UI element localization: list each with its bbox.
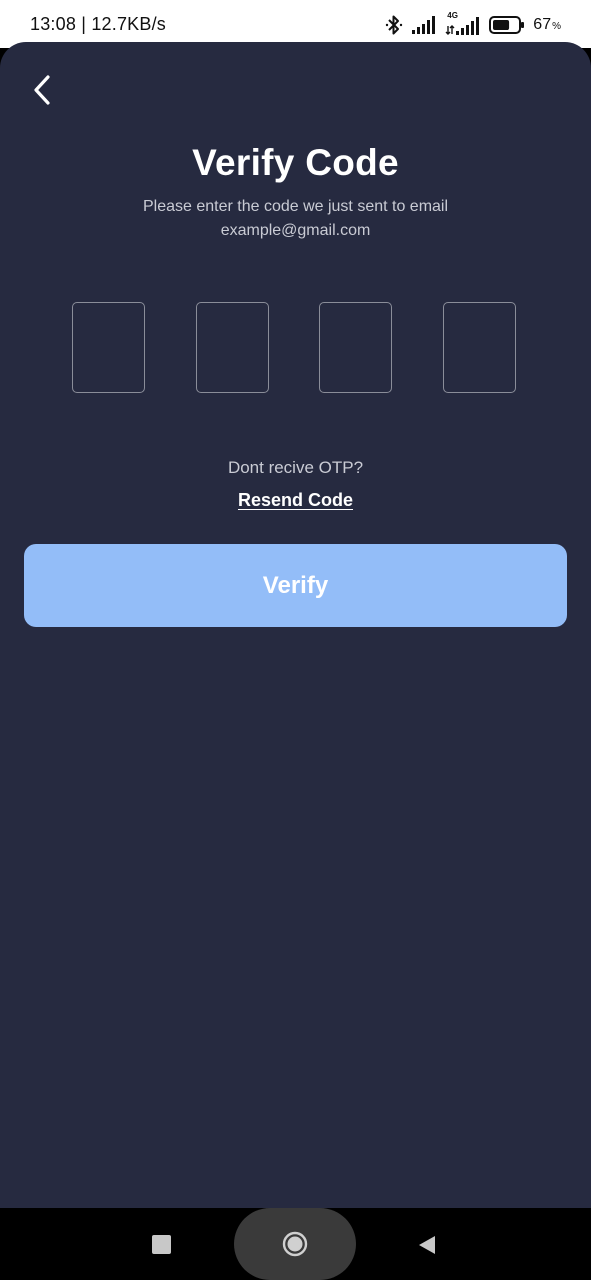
bluetooth-icon bbox=[385, 14, 403, 36]
subtitle-instruction: Please enter the code we just sent to em… bbox=[142, 198, 449, 215]
home-button[interactable] bbox=[234, 1208, 356, 1280]
otp-digit-1[interactable] bbox=[72, 302, 145, 393]
otp-digit-2[interactable] bbox=[196, 302, 269, 393]
status-bar: 13:08 | 12.7KB/s 4G 67 % bbox=[0, 0, 591, 48]
battery-percent: 67% bbox=[533, 16, 561, 34]
phone-frame: 13:08 | 12.7KB/s 4G 67 % Verify Code Ple… bbox=[0, 0, 591, 1280]
battery-percent-sign: % bbox=[552, 21, 561, 32]
resend-link-row: Resend Code bbox=[0, 490, 591, 511]
subtitle-email: example@gmail.com bbox=[220, 222, 371, 239]
verify-screen: Verify Code Please enter the code we jus… bbox=[0, 42, 591, 1208]
verify-button[interactable]: Verify bbox=[24, 544, 567, 627]
page-subtitle: Please enter the code we just sent to em… bbox=[100, 195, 491, 243]
resend-prompt: Dont recive OTP? bbox=[227, 458, 364, 477]
battery-percent-value: 67 bbox=[533, 16, 552, 33]
navigation-bar bbox=[0, 1208, 591, 1280]
status-time: 13:08 | 12.7KB/s bbox=[30, 14, 166, 34]
recents-square-icon[interactable] bbox=[152, 1235, 171, 1254]
otp-digit-3[interactable] bbox=[319, 302, 392, 393]
otp-input-group bbox=[72, 302, 519, 395]
resend-code-link[interactable]: Resend Code bbox=[238, 490, 353, 510]
back-triangle-icon[interactable] bbox=[417, 1234, 437, 1256]
signal-4g-icon: 4G bbox=[445, 11, 481, 36]
page-title: Verify Code bbox=[192, 142, 399, 183]
signal-icon bbox=[411, 16, 437, 34]
chevron-left-icon bbox=[34, 75, 50, 105]
battery-icon bbox=[489, 15, 525, 35]
home-circle-icon bbox=[282, 1231, 308, 1257]
status-icons: 4G 67% bbox=[385, 11, 561, 38]
otp-digit-4[interactable] bbox=[443, 302, 516, 393]
back-button[interactable] bbox=[24, 70, 60, 110]
